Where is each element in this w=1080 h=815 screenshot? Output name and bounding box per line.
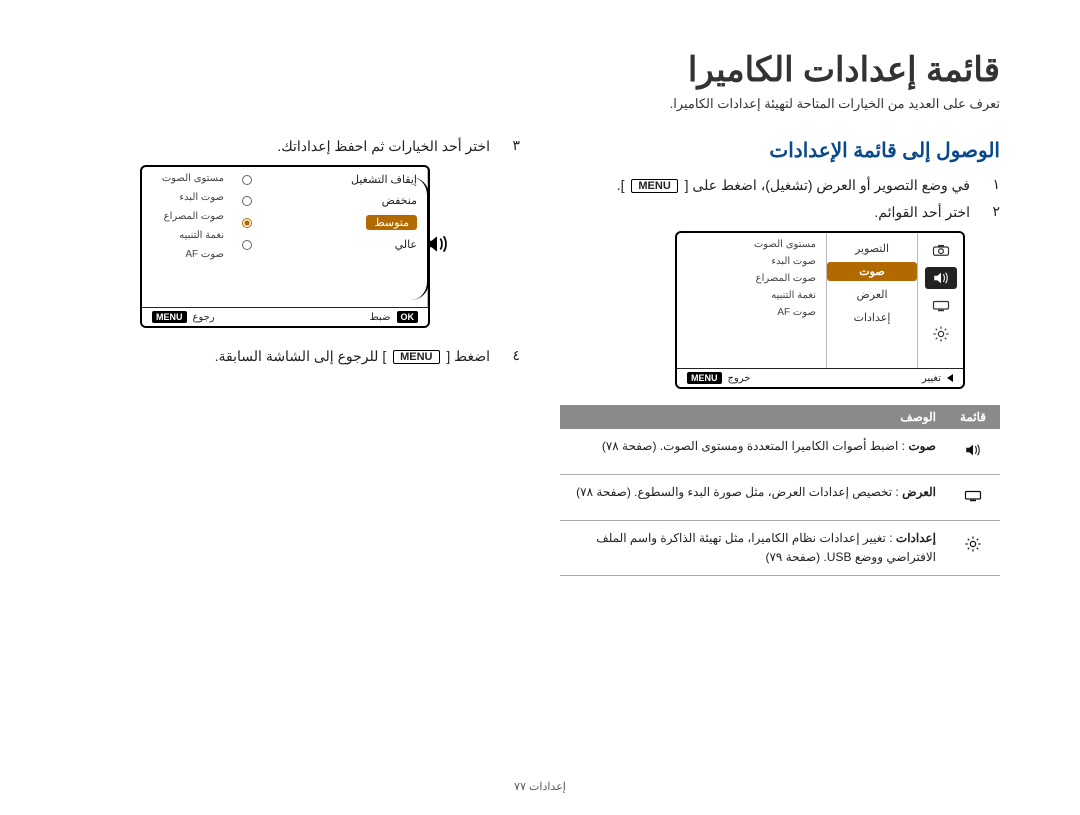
detail-item: صوت البدء [150,192,224,203]
section-heading: الوصول إلى قائمة الإعدادات [560,138,1000,163]
option-label: متوسط [366,215,417,230]
lcd-option-preview: إيقاف التشغيل منخفض متوسط عالي [140,165,430,328]
option-label: إيقاف التشغيل [351,173,417,186]
lcd-footer: OK ضبط رجوع MENU [142,307,428,326]
step-number: ٣ [500,138,520,155]
table-head-desc: الوصف [560,405,946,429]
list-item[interactable]: التصوير [827,239,917,258]
menu-key: MENU [631,179,677,193]
display-icon [925,295,957,317]
lcd-category-list: التصوير صوت العرض إعدادات [827,233,917,368]
table-row: إعدادات : تغيير إعدادات نظام الكاميرا، م… [560,520,1000,575]
gear-icon [946,520,1000,575]
page-subtitle: تعرف على العديد من الخيارات المتاحة لتهي… [80,96,1000,112]
detail-item: مستوى الصوت [687,239,816,250]
lcd-tab-strip [917,233,963,368]
option-row[interactable]: إيقاف التشغيل [242,173,417,186]
step-1: ١ في وضع التصوير أو العرض (تشغيل)، اضغط … [560,177,1000,194]
option-row[interactable]: منخفض [242,194,417,207]
row-bold: صوت [908,439,936,453]
display-icon [946,474,1000,520]
step-number: ٤ [500,348,520,365]
page-footer: إعدادات ٧٧ [0,780,1080,793]
radio-unchecked-icon [242,240,252,250]
step-3: ٣ اختر أحد الخيارات ثم احفظ إعداداتك. [80,138,520,155]
detail-item: صوت البدء [687,256,816,267]
menu-description-table: قائمة الوصف صوت : اضبط أصوات الكاميرا ال… [560,405,1000,576]
step-1-text-b: ]. [617,177,625,193]
detail-item: نغمة التنبيه [150,230,224,241]
menu-key-small: MENU [687,372,722,384]
lcd-detail-list: مستوى الصوت صوت البدء صوت المصراع نغمة ا… [142,167,232,307]
footer-exit: خروج [728,373,751,384]
radio-unchecked-icon [242,196,252,206]
option-list: إيقاف التشغيل منخفض متوسط عالي [232,167,428,307]
detail-item: صوت AF [150,249,224,260]
column-left: ٣ اختر أحد الخيارات ثم احفظ إعداداتك. إي… [80,138,520,576]
footer-back: رجوع [193,312,215,323]
table-head-menu: قائمة [946,405,1000,429]
page-title: قائمة إعدادات الكاميرا [80,50,1000,90]
radio-unchecked-icon [242,175,252,185]
table-row: العرض : تخصيص إعدادات العرض، مثل صورة ال… [560,474,1000,520]
radio-checked-icon [242,218,252,228]
gear-icon [925,323,957,345]
table-row: صوت : اضبط أصوات الكاميرا المتعددة ومستو… [560,429,1000,474]
step-4: ٤ اضغط [ MENU ] للرجوع إلى الشاشة السابق… [80,348,520,365]
step-number: ١ [980,177,1000,194]
detail-item: نغمة التنبيه [687,290,816,301]
footer-set: ضبط [369,312,390,323]
step-2: ٢ اختر أحد القوائم. [560,204,1000,221]
speaker-icon [424,233,450,261]
footer-change: تغيير [922,373,941,384]
detail-item: مستوى الصوت [150,173,224,184]
option-label: منخفض [382,194,417,207]
list-item[interactable]: صوت [827,262,917,281]
row-bold: العرض [902,485,936,499]
lcd-footer: تغيير خروج MENU [677,368,963,387]
column-right: الوصول إلى قائمة الإعدادات ١ في وضع التص… [560,138,1000,576]
menu-key: MENU [393,350,439,364]
step-number: ٢ [980,204,1000,221]
play-icon [947,374,953,382]
lcd-menu-preview: التصوير صوت العرض إعدادات مستوى الصوت صو… [675,231,965,389]
step-3-text: اختر أحد الخيارات ثم احفظ إعداداتك. [277,138,490,155]
step-4-text-b: ] للرجوع إلى الشاشة السابقة. [215,348,387,364]
row-text: : تخصيص إعدادات العرض، مثل صورة البدء وا… [576,485,899,499]
detail-item: صوت المصراع [687,273,816,284]
option-row[interactable]: متوسط [242,215,417,230]
step-2-text: اختر أحد القوائم. [874,204,970,221]
camera-icon [925,239,957,261]
row-text: : اضبط أصوات الكاميرا المتعددة ومستوى ال… [602,439,905,453]
lcd-detail-list: مستوى الصوت صوت البدء صوت المصراع نغمة ا… [677,233,827,368]
row-bold: إعدادات [896,531,936,545]
menu-key-small: MENU [152,311,187,323]
detail-item: صوت AF [687,307,816,318]
speaker-icon [925,267,957,289]
step-1-text-a: في وضع التصوير أو العرض (تشغيل)، اضغط عل… [685,177,970,193]
option-label: عالي [395,238,417,251]
row-text: : تغيير إعدادات نظام الكاميرا، مثل تهيئة… [596,531,936,564]
detail-item: صوت المصراع [150,211,224,222]
ok-key-small: OK [397,311,419,323]
list-item[interactable]: العرض [827,285,917,304]
step-4-text-a: اضغط [ [446,348,490,364]
list-item[interactable]: إعدادات [827,308,917,327]
speaker-icon [946,429,1000,474]
option-row[interactable]: عالي [242,238,417,251]
